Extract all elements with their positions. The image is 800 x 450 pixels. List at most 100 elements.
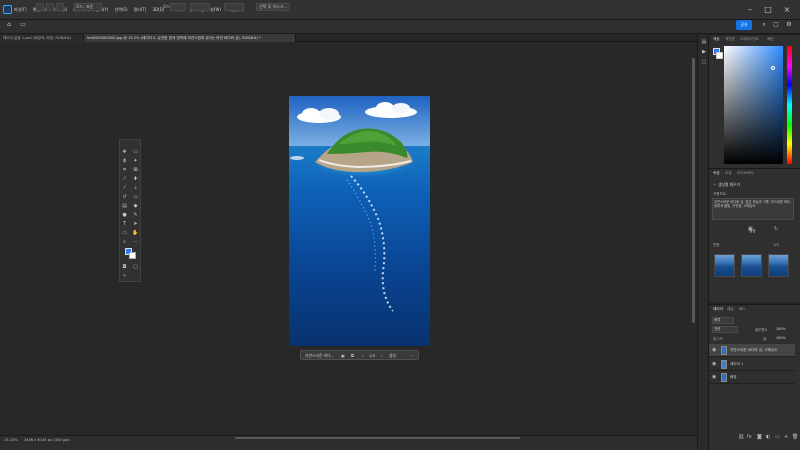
hand-tool-icon[interactable]: ✋ [132,230,139,237]
shape-tool-icon[interactable]: ▭ [121,230,128,237]
quick-mask-icon[interactable]: ◘ [121,264,128,271]
tab-patterns[interactable]: 패턴 [767,36,774,42]
layer-row-3[interactable]: ◉ 배경 [709,371,795,384]
comments-icon[interactable]: ▢ [700,58,708,66]
clone-stamp-icon[interactable]: ⊥ [132,185,139,192]
document-image[interactable] [289,96,430,346]
anti-alias-checkbox[interactable] [170,3,186,11]
search-icon[interactable]: ⌕ [760,21,768,29]
photoshop-logo-icon[interactable] [3,5,12,14]
marquee-tool-icon[interactable]: ▭ [19,21,27,29]
menu-item[interactable]: 파일(F) [14,7,27,13]
add-selection-button[interactable] [46,3,54,11]
background-color-swatch[interactable] [129,252,136,259]
lasso-tool-icon[interactable]: ϕ [121,158,128,165]
color-picker-cursor[interactable] [771,66,775,70]
path-select-icon[interactable]: ➤ [132,221,139,228]
edit-toolbar-icon[interactable]: ⋯ [132,239,139,246]
workspace-icon[interactable]: ▢ [772,21,780,29]
home-icon[interactable]: ⌂ [5,21,13,29]
tab-properties[interactable]: 속성 [713,170,720,176]
eyedropper-icon[interactable]: ⁄ [121,176,128,183]
adjustment-layer-icon[interactable]: ◐ [766,434,770,440]
hue-slider[interactable] [787,46,792,164]
tab-color[interactable]: 색상 [713,36,720,42]
menu-item[interactable]: 필터(T) [134,7,147,13]
color-picker-field[interactable] [724,46,783,164]
magic-wand-icon[interactable]: ✦ [132,158,139,165]
delete-layer-icon[interactable]: 🗑 [792,434,798,440]
subtract-selection-button[interactable] [56,3,64,11]
close-button[interactable]: × [781,4,793,16]
history-icon[interactable]: ▤ [700,38,708,46]
generate-button[interactable]: 생성 [389,352,396,359]
variation-thumbnail-1[interactable] [714,254,735,277]
visibility-eye-icon[interactable]: ◉ [712,347,716,353]
layer-row-1[interactable]: ◉ 자연스러운 바다와 섬, 고해상도 [709,344,795,357]
properties-title: 생성형 채우기 [718,182,741,187]
variation-thumbnail-3[interactable] [768,254,789,277]
history-brush-icon[interactable]: ↺ [121,194,128,201]
layer-mask-icon[interactable]: ◙ [757,434,762,440]
variation-thumbnail-2[interactable] [741,254,762,277]
width-field[interactable] [190,3,210,11]
new-layer-icon[interactable]: + [784,434,788,440]
link-layers-icon[interactable]: ⛓ [738,434,744,440]
variations-icon[interactable]: ⧉ [351,352,354,359]
visibility-eye-icon[interactable]: ◉ [712,361,716,367]
blur-tool-icon[interactable]: ◆ [132,203,139,210]
zoom-level[interactable]: 15.23% [4,438,18,442]
settings-icon[interactable]: ⚙ [785,21,793,29]
layer-style-icon[interactable]: fx [747,434,752,440]
document-tab-2[interactable]: Ind0000000000.jpg @ 15.2% (레이어 0, 유연한 흰색… [84,34,296,42]
type-tool-icon[interactable]: T [121,221,128,228]
frame-tool-icon[interactable]: ⊠ [132,167,139,174]
document-info[interactable]: 3456 x 6144 px (300 ppi) [24,438,70,442]
marquee-tool-icon[interactable]: ▭ [132,149,139,156]
visibility-eye-icon[interactable]: ◉ [712,374,716,380]
menu-item[interactable]: 선택(S) [114,7,127,13]
background-color-chip[interactable] [716,52,723,59]
tab-channels[interactable]: 채널 [727,306,734,312]
group-icon[interactable]: ▭ [775,434,780,440]
next-variation-icon[interactable]: › [381,352,383,359]
document-tab-1[interactable]: 레이어 없음 1.psd (배경색, 배경, RGB/8#) [0,34,84,42]
gradient-tool-icon[interactable]: ▤ [121,203,128,210]
fill-value[interactable]: 100% [776,336,786,340]
minimize-button[interactable]: – [744,4,756,16]
height-field[interactable] [224,3,244,11]
crop-tool-icon[interactable]: ⌗ [121,167,128,174]
menu-item[interactable]: 창(W) [210,7,221,13]
tab-adjustments[interactable]: 조정 [725,170,732,176]
brush-tool-icon[interactable]: ⁄ [121,185,128,192]
more-options-icon[interactable]: ⋯ [411,352,415,359]
tab-paths[interactable]: 패스 [739,306,746,312]
eraser-tool-icon[interactable]: ◇ [132,194,139,201]
healing-brush-icon[interactable]: ✚ [132,176,139,183]
pen-tool-icon[interactable]: ✎ [132,212,139,219]
regenerate-icon[interactable]: ▣ [748,226,753,232]
actions-icon[interactable]: ▶ [700,48,708,56]
prompt-label: 프롬프트 [713,192,727,196]
move-tool-icon[interactable]: ✥ [121,149,128,156]
horizontal-scrollbar[interactable] [235,437,520,439]
tab-libraries[interactable]: 라이브러리 [737,170,754,176]
tab-gradients[interactable]: 그레이디언트 [739,36,759,42]
zoom-tool-icon[interactable]: ⌕ [121,239,128,246]
opacity-value[interactable]: 100% [776,327,786,331]
prev-variation-icon[interactable]: ‹ [362,352,364,359]
tab-swatches[interactable]: 색견본 [725,36,735,42]
new-selection-button[interactable] [36,3,44,11]
vertical-scrollbar[interactable] [692,58,695,323]
refresh-icon[interactable]: ↻ [774,226,778,232]
layer-row-2[interactable]: ◉ 레이어 1 [709,358,795,371]
share-button[interactable]: 공유 [736,20,752,30]
generative-icon[interactable]: ✧ [121,273,128,280]
dodge-tool-icon[interactable]: ● [121,212,128,219]
screen-mode-icon[interactable]: ▢ [132,264,139,271]
prompt-text-field[interactable]: 자연스러운 바다와 섬, 맑은 하늘과 구름, 부드러운 파도, 청록색 물빛,… [712,198,794,220]
maximize-button[interactable]: □ [762,4,774,16]
thumbs-icon[interactable]: ▣ [341,352,345,359]
prompt-preview-label[interactable]: 자연스러운 바다... [305,352,334,359]
tab-layers[interactable]: 레이어 [713,306,723,312]
